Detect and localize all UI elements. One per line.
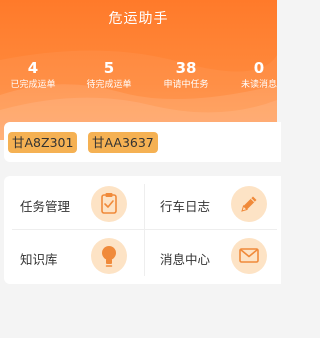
page-title: 危运助手	[108, 11, 169, 27]
menu-item-label: 行车日志	[160, 199, 211, 214]
stat-value: 0	[253, 59, 265, 77]
lightbulb-icon	[91, 238, 127, 274]
menu-item-label: 知识库	[20, 252, 58, 267]
stat-value: 38	[175, 59, 197, 77]
vehicle-plates-bar: 甘A8Z301 甘AA3637	[4, 122, 281, 162]
stat-completed-waybills[interactable]: 4 已完成运单	[2, 58, 64, 92]
stat-label: 待完成运单	[86, 80, 132, 90]
pencil-icon	[231, 186, 267, 222]
menu-card: 任务管理 行车日志 知识库 消息中心	[4, 176, 281, 284]
envelope-icon	[231, 238, 267, 274]
stat-pending-waybills[interactable]: 5 待完成运单	[78, 58, 140, 92]
plate-tag[interactable]: 甘AA3637	[88, 132, 158, 153]
menu-item-label: 任务管理	[20, 199, 71, 214]
menu-item-task-management[interactable]: 任务管理	[4, 176, 144, 229]
stat-value: 5	[103, 59, 115, 77]
plate-tag[interactable]: 甘A8Z301	[8, 132, 78, 153]
menu-item-driving-log[interactable]: 行车日志	[145, 176, 281, 229]
stat-value: 4	[27, 59, 39, 77]
stat-applying-tasks[interactable]: 38 申请中任务	[155, 58, 217, 92]
stat-label: 未读消息	[240, 80, 277, 90]
stat-label: 申请中任务	[163, 80, 209, 90]
menu-item-label: 消息中心	[160, 252, 211, 267]
stat-label: 已完成运单	[10, 80, 56, 90]
menu-item-message-center[interactable]: 消息中心	[145, 230, 281, 284]
header-banner: 危运助手 4 已完成运单 5 待完成运单 38 申请中任务 0 未读消息	[0, 0, 277, 140]
clipboard-check-icon	[91, 186, 127, 222]
stat-unread-messages[interactable]: 0 未读消息	[233, 58, 277, 92]
stats-row: 4 已完成运单 5 待完成运单 38 申请中任务 0 未读消息	[0, 58, 277, 98]
menu-item-knowledge-base[interactable]: 知识库	[4, 230, 144, 284]
